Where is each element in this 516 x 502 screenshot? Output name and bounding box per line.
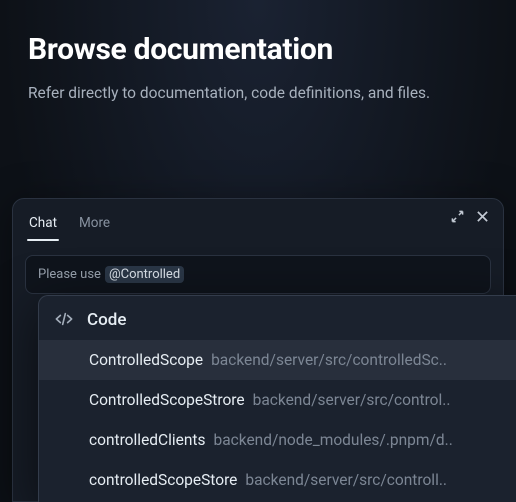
dropdown-section-header: Code [39, 296, 516, 340]
expand-icon[interactable] [451, 210, 464, 223]
close-icon[interactable] [476, 210, 489, 223]
result-list: ControlledScope backend/server/src/contr… [39, 340, 516, 500]
code-icon [55, 311, 73, 330]
result-name: ControlledScope [89, 351, 203, 369]
result-item[interactable]: ControlledScope backend/server/src/contr… [39, 340, 516, 380]
page-subtitle: Refer directly to documentation, code de… [28, 81, 468, 105]
panel-header: Chat More [13, 199, 503, 241]
mention-token[interactable]: @Controlled [105, 266, 184, 283]
chat-input[interactable]: Please use @Controlled [25, 255, 491, 294]
result-item[interactable]: ControlledScopeStrore backend/server/src… [39, 380, 516, 420]
result-name: controlledScopeStore [89, 471, 237, 489]
result-name: controlledClients [89, 431, 206, 449]
result-path: backend/server/src/controll.. [245, 471, 447, 489]
page-title: Browse documentation [28, 32, 488, 67]
result-name: ControlledScopeStrore [89, 391, 245, 409]
input-prefix-text: Please use [38, 267, 101, 282]
result-path: backend/server/src/control.. [253, 391, 451, 409]
result-item[interactable]: controlledScopeStore backend/server/src/… [39, 460, 516, 500]
panel-actions [451, 210, 489, 223]
tabs: Chat More [27, 209, 112, 241]
tab-more[interactable]: More [77, 209, 112, 241]
autocomplete-dropdown: Code ControlledScope backend/server/src/… [38, 295, 516, 502]
result-path: backend/node_modules/.pnpm/d.. [214, 431, 453, 449]
result-item[interactable]: controlledClients backend/node_modules/.… [39, 420, 516, 460]
dropdown-section-label: Code [87, 310, 126, 330]
tab-chat[interactable]: Chat [27, 209, 59, 241]
result-path: backend/server/src/controlledSc.. [211, 351, 447, 369]
